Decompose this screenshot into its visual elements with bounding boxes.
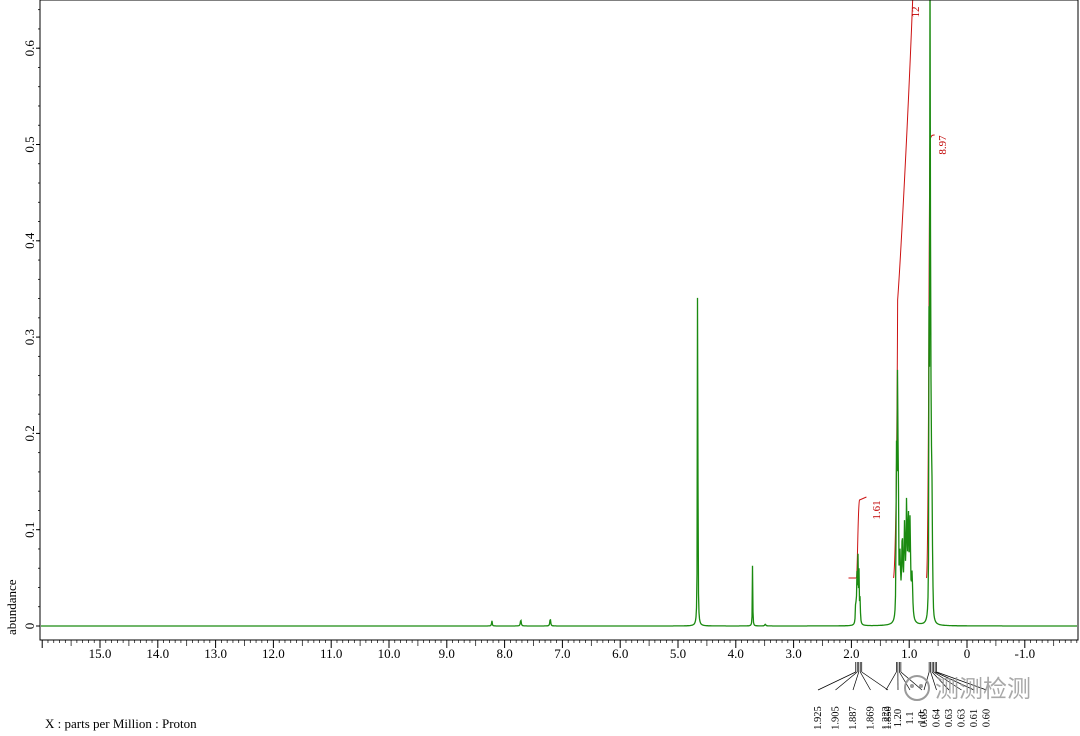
x-tick-label: 8.0 — [496, 646, 512, 661]
x-tick-label: 4.0 — [728, 646, 744, 661]
x-tick-label: 13.0 — [204, 646, 227, 661]
x-tick-label: 12.0 — [262, 646, 285, 661]
x-tick-label: 7.0 — [554, 646, 570, 661]
watermark-text: 测测检测 — [935, 675, 1031, 703]
plot-frame — [39, 0, 1079, 641]
integral-label: 8.97 — [937, 135, 949, 155]
x-tick-label: 2.0 — [843, 646, 859, 661]
y-tick-label: 0.1 — [22, 522, 37, 538]
watermark-icon-dot — [910, 684, 914, 688]
watermark-icon-dot — [919, 684, 923, 688]
peak-label: 1.925 — [813, 706, 824, 730]
watermark: 测测检测 — [904, 675, 1031, 703]
peak-label: 0.65 — [919, 709, 930, 727]
x-tick-label: 9.0 — [439, 646, 455, 661]
x-tick-label: 5.0 — [670, 646, 686, 661]
y-axis: 0 0.1 0.2 0.3 0.4 0.5 0.6 — [22, 9, 40, 630]
peak-label: 0.63 — [944, 709, 955, 727]
axes: 00.10.20.30.40.50.615.0 14.0 13.0 12.0 11.0 1… — [22, 0, 1079, 661]
y-tick-label: 0.2 — [22, 425, 37, 441]
peak-label: 1.905 — [831, 706, 842, 730]
peak-label: 1.869 — [866, 706, 877, 730]
x-tick-label: 11.0 — [320, 646, 342, 661]
x-tick-label: 0 — [964, 646, 971, 661]
y-tick-label: 0.3 — [22, 329, 37, 345]
watermark-logo: 测测检测 — [904, 675, 1031, 703]
integral-label: 1.61 — [871, 500, 883, 519]
nmr-spectrum-chart: 1.61128.97 00.10.20.30.40.50.615.0 14.0 13… — [4, 0, 1079, 731]
integral-1: 1.61 — [848, 496, 883, 579]
x-tick-label: 14.0 — [146, 646, 169, 661]
x-tick-label: 1.0 — [901, 646, 917, 661]
y-axis-label: abundance — [4, 579, 19, 635]
peak-label: 1.20 — [893, 709, 904, 727]
spectrum-line — [41, 0, 1077, 627]
y-tick-label: 0.4 — [22, 232, 37, 249]
x-axis: 15.0 14.0 13.0 12.0 11.0 10.0 9.0 8.0 7.0 6.0 5.0 4… — [41, 640, 1078, 661]
y-tick-label: 0.6 — [22, 40, 37, 57]
peak-label: 0.61 — [969, 709, 980, 727]
integral-label: 12 — [910, 7, 922, 18]
x-tick-label: -1.0 — [1015, 646, 1036, 661]
y-tick-label: 0 — [22, 623, 37, 630]
x-axis-label: X : parts per Million : Proton — [45, 716, 197, 731]
x-tick-label: 6.0 — [612, 646, 628, 661]
x-tick-label: 3.0 — [785, 646, 801, 661]
peak-label: 0.63 — [957, 709, 968, 727]
peak-label: 0.60 — [982, 709, 993, 727]
peak-label: 1.222 — [881, 706, 892, 730]
x-tick-label: 15.0 — [89, 646, 112, 661]
peak-label: 1.1 — [905, 711, 916, 724]
integral-2: 12 — [893, 0, 922, 579]
peak-label: 0.64 — [932, 708, 943, 727]
peak-leader — [885, 671, 897, 691]
y-tick-label: 0.5 — [22, 136, 37, 152]
peak-label: 1.887 — [848, 706, 859, 730]
spectrum-series — [41, 0, 1077, 627]
x-tick-label: 10.0 — [378, 646, 401, 661]
peak-leader — [817, 671, 856, 691]
